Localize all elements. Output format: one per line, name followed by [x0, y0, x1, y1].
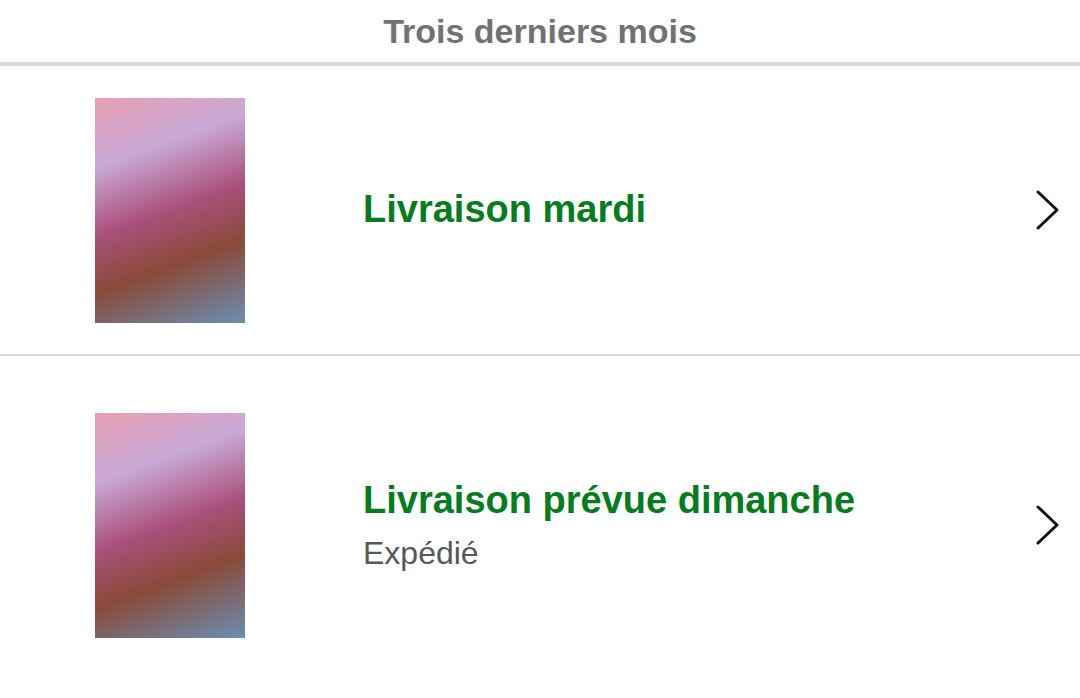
- orders-page: Trois derniers mois Livraison mardi Livrai…: [0, 0, 1080, 698]
- order-status: Livraison mardi: [363, 187, 1034, 233]
- section-header: Trois derniers mois: [0, 0, 1080, 66]
- book-cover: [95, 98, 245, 323]
- order-info: Livraison prévue dimanche Expédié: [363, 478, 1034, 572]
- order-info: Livraison mardi: [363, 187, 1034, 233]
- order-detail: Expédié: [363, 534, 1034, 572]
- chevron-right-icon: [1034, 503, 1062, 547]
- order-status: Livraison prévue dimanche: [363, 478, 1034, 524]
- section-title: Trois derniers mois: [383, 6, 697, 57]
- book-cover: [95, 413, 245, 638]
- order-row[interactable]: Livraison prévue dimanche Expédié: [0, 356, 1080, 694]
- order-row[interactable]: Livraison mardi: [0, 66, 1080, 356]
- chevron-right-icon: [1034, 188, 1062, 232]
